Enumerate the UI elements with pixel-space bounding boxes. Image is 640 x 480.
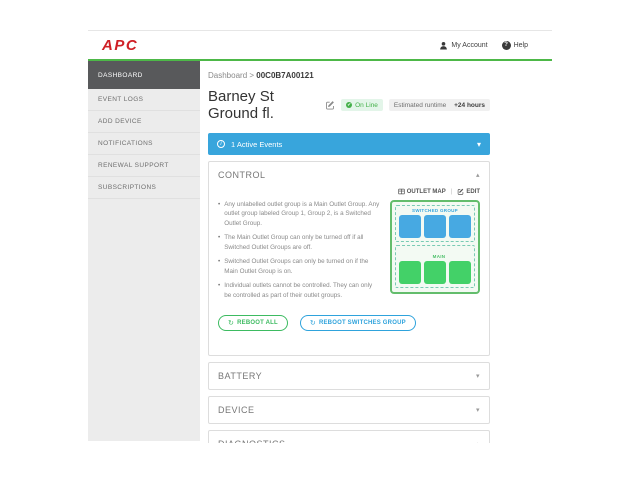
device-header[interactable]: DEVICE ▾ bbox=[209, 397, 489, 423]
bullet-icon: • bbox=[218, 258, 221, 266]
bullet-icon: • bbox=[218, 234, 221, 242]
sidebar: DASHBOARD EVENT LOGS ADD DEVICE NOTIFICA… bbox=[88, 61, 200, 441]
chevron-up-icon[interactable]: ▴ bbox=[476, 440, 480, 443]
user-icon bbox=[440, 41, 448, 49]
edit-icon bbox=[326, 101, 334, 110]
device-title: DEVICE bbox=[218, 404, 255, 415]
note-text: Individual outlets cannot be controlled.… bbox=[224, 282, 373, 299]
list-item: • The Main Outlet Group can only be turn… bbox=[218, 233, 380, 252]
diagnostics-card: DIAGNOSTICS ▴ UPS SELF TEST i AUDIBLE AL… bbox=[208, 429, 490, 443]
chevron-down-icon[interactable]: ▾ bbox=[476, 372, 480, 380]
switched-outlet-group: SWITCHED GROUP bbox=[395, 205, 475, 242]
control-header[interactable]: CONTROL ▴ bbox=[209, 162, 489, 188]
my-account-label: My Account bbox=[451, 41, 488, 49]
breadcrumb-dashboard-link[interactable]: Dashboard bbox=[208, 71, 247, 80]
edit-link-label: EDIT bbox=[466, 188, 480, 195]
note-text: The Main Outlet Group can only be turned… bbox=[224, 234, 364, 251]
outlet-square[interactable] bbox=[449, 215, 471, 238]
active-events-bar[interactable]: i 1 Active Events ▾ bbox=[208, 133, 490, 155]
note-text: Any unlabelled outlet group is a Main Ou… bbox=[224, 201, 380, 227]
list-item: • Any unlabelled outlet group is a Main … bbox=[218, 200, 380, 228]
list-item: • Individual outlets cannot be controlle… bbox=[218, 281, 380, 300]
sidebar-item-subscriptions[interactable]: SUBSCRIPTIONS bbox=[88, 177, 200, 199]
reboot-all-label: REBOOT ALL bbox=[237, 319, 278, 326]
switched-outlets bbox=[398, 215, 472, 238]
edit-title-button[interactable] bbox=[325, 100, 335, 110]
edit-icon bbox=[458, 188, 464, 195]
outlet-square[interactable] bbox=[399, 215, 421, 238]
breadcrumb-device-id: 00C0B7A00121 bbox=[256, 71, 314, 80]
help-icon: ? bbox=[501, 40, 511, 50]
my-account-button[interactable]: My Account bbox=[439, 41, 488, 50]
bullet-icon: • bbox=[218, 282, 221, 290]
reboot-icon: ↻ bbox=[228, 319, 235, 327]
outlet-square[interactable] bbox=[399, 261, 421, 284]
app-window: APC My Account ? Help DASHBOARD EVENT LO… bbox=[88, 30, 552, 443]
reboot-switches-label: REBOOT SWITCHES GROUP bbox=[318, 319, 406, 326]
top-bar-right: My Account ? Help bbox=[439, 40, 528, 50]
chevron-down-icon[interactable]: ▾ bbox=[477, 140, 481, 149]
reboot-icon: ↻ bbox=[309, 319, 316, 327]
outlet-square[interactable] bbox=[424, 261, 446, 284]
screen: APC My Account ? Help DASHBOARD EVENT LO… bbox=[0, 0, 640, 480]
runtime-label: Estimated runtime bbox=[393, 101, 447, 109]
sidebar-item-event-logs[interactable]: EVENT LOGS bbox=[88, 89, 200, 111]
breadcrumb-separator: > bbox=[249, 71, 255, 80]
help-label: Help bbox=[513, 41, 528, 49]
diagnostics-title: DIAGNOSTICS bbox=[218, 439, 286, 443]
app-body: DASHBOARD EVENT LOGS ADD DEVICE NOTIFICA… bbox=[88, 61, 552, 443]
reboot-all-button[interactable]: ↻ REBOOT ALL bbox=[218, 314, 288, 331]
status-badge: ✔ On Line bbox=[341, 99, 383, 111]
help-button[interactable]: ? Help bbox=[501, 40, 528, 50]
online-check-icon: ✔ bbox=[346, 102, 353, 108]
links-separator: | bbox=[450, 188, 453, 195]
control-columns: • Any unlabelled outlet group is a Main … bbox=[218, 200, 480, 305]
switched-group-label: SWITCHED GROUP bbox=[412, 208, 458, 213]
main-outlet-group: MAIN bbox=[395, 245, 475, 288]
reboot-switches-group-button[interactable]: ↻ REBOOT SWITCHES GROUP bbox=[299, 314, 416, 331]
main-area: Dashboard > 00C0B7A00121 Barney St Groun… bbox=[200, 61, 552, 443]
chevron-up-icon[interactable]: ▴ bbox=[476, 171, 480, 179]
control-links: OUTLET MAP | EDIT bbox=[218, 188, 480, 195]
sidebar-item-notifications[interactable]: NOTIFICATIONS bbox=[88, 133, 200, 155]
sidebar-item-dashboard[interactable]: DASHBOARD bbox=[88, 61, 200, 89]
apc-logo: APC bbox=[102, 36, 139, 54]
breadcrumb: Dashboard > 00C0B7A00121 bbox=[208, 71, 490, 80]
bullet-icon: • bbox=[218, 201, 221, 208]
note-text: Switched Outlet Groups can only be turne… bbox=[224, 258, 369, 275]
diagnostics-header[interactable]: DIAGNOSTICS ▴ bbox=[209, 431, 489, 443]
control-card: CONTROL ▴ OUTLET MAP | EDIT • Any unlabe… bbox=[208, 161, 490, 356]
control-body: OUTLET MAP | EDIT • Any unlabelled outle… bbox=[209, 188, 489, 355]
reboot-buttons: ↻ REBOOT ALL ↻ REBOOT SWITCHES GROUP bbox=[218, 314, 480, 331]
device-card: DEVICE ▾ bbox=[208, 395, 490, 424]
main-content: Dashboard > 00C0B7A00121 Barney St Groun… bbox=[208, 71, 490, 443]
control-title: CONTROL bbox=[218, 170, 266, 180]
main-outlets bbox=[398, 261, 472, 284]
page-title: Barney St Ground fl. bbox=[208, 88, 274, 122]
top-bar: APC My Account ? Help bbox=[88, 30, 552, 61]
outlet-map-link-label: OUTLET MAP bbox=[406, 188, 446, 195]
runtime-badge: Estimated runtime +24 hours bbox=[388, 99, 490, 111]
main-group-label: MAIN bbox=[432, 254, 446, 259]
title-row: Barney St Ground fl. ✔ On Line Estimated… bbox=[208, 88, 490, 122]
outlet-map-diagram: SWITCHED GROUP MAIN bbox=[390, 200, 480, 294]
control-notes: • Any unlabelled outlet group is a Main … bbox=[218, 200, 380, 305]
edit-link[interactable]: EDIT bbox=[457, 188, 480, 195]
chevron-down-icon[interactable]: ▾ bbox=[476, 406, 480, 414]
active-events-label: 1 Active Events bbox=[231, 139, 283, 149]
outlet-square[interactable] bbox=[449, 261, 471, 284]
battery-header[interactable]: BATTERY ▾ bbox=[209, 363, 489, 389]
runtime-value: +24 hours bbox=[454, 101, 485, 109]
outlet-map-link[interactable]: OUTLET MAP bbox=[398, 188, 446, 195]
list-item: • Switched Outlet Groups can only be tur… bbox=[218, 257, 380, 276]
sidebar-item-add-device[interactable]: ADD DEVICE bbox=[88, 111, 200, 133]
info-icon: i bbox=[217, 140, 225, 148]
battery-card: BATTERY ▾ bbox=[208, 361, 490, 390]
outlet-square[interactable] bbox=[424, 215, 446, 238]
outlet-map-icon bbox=[398, 188, 405, 195]
status-badge-label: On Line bbox=[355, 101, 378, 109]
battery-title: BATTERY bbox=[218, 370, 263, 381]
sidebar-item-renewal-support[interactable]: RENEWAL SUPPORT bbox=[88, 155, 200, 177]
